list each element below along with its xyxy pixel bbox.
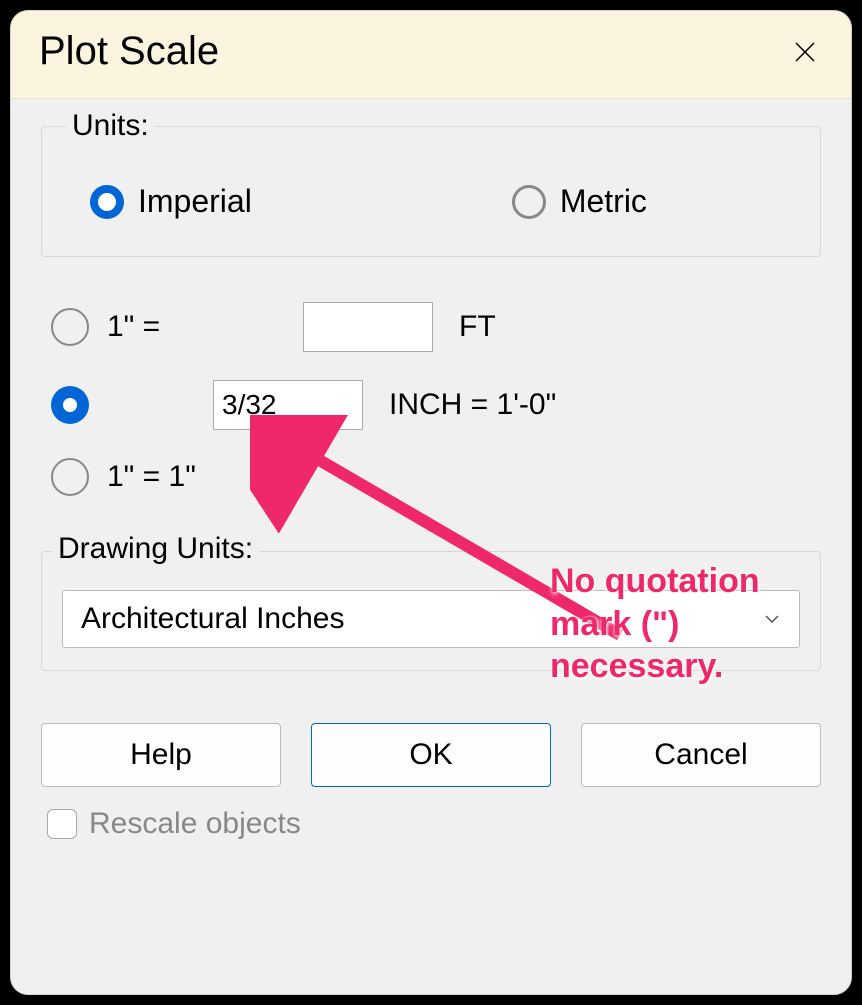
dialog-title: Plot Scale — [39, 29, 219, 74]
drawing-units-select[interactable]: Architectural Inches — [62, 590, 800, 648]
scale-options: 1" = FT INCH = 1'-0" 1" = 1" — [41, 302, 821, 496]
help-button[interactable]: Help — [41, 723, 281, 787]
scale-option-one-to-one: 1" = 1" — [51, 458, 821, 496]
scale-inch-input[interactable] — [213, 380, 363, 430]
close-icon — [794, 41, 816, 63]
scale-one-label: 1" = 1" — [107, 460, 196, 494]
units-fieldset: Units: Imperial Metric — [41, 109, 821, 257]
rescale-label: Rescale objects — [89, 807, 301, 841]
radio-scale-ft[interactable] — [51, 308, 89, 346]
units-metric-option[interactable]: Metric — [512, 183, 647, 220]
rescale-row: Rescale objects — [41, 807, 821, 841]
radio-scale-one[interactable] — [51, 458, 89, 496]
units-legend: Units: — [66, 109, 155, 143]
radio-icon — [90, 185, 124, 219]
units-imperial-option[interactable]: Imperial — [90, 183, 252, 220]
units-imperial-label: Imperial — [138, 183, 252, 220]
scale-option-ft: 1" = FT — [51, 302, 821, 352]
drawing-units-label: Drawing Units: — [52, 532, 259, 566]
scale-ft-input[interactable] — [303, 302, 433, 352]
scale-ft-prefix: 1" = — [107, 310, 187, 344]
units-radio-row: Imperial Metric — [72, 173, 790, 220]
chevron-down-icon — [763, 610, 781, 628]
ok-button[interactable]: OK — [311, 723, 551, 787]
drawing-units-value: Architectural Inches — [81, 602, 344, 636]
scale-option-inch: INCH = 1'-0" — [51, 380, 821, 430]
cancel-button[interactable]: Cancel — [581, 723, 821, 787]
radio-scale-inch[interactable] — [51, 386, 89, 424]
dialog-content: Units: Imperial Metric 1" = FT — [11, 99, 851, 994]
drawing-units-group: Drawing Units: Architectural Inches — [41, 551, 821, 671]
scale-inch-suffix: INCH = 1'-0" — [389, 388, 556, 422]
scale-ft-suffix: FT — [459, 310, 496, 344]
titlebar: Plot Scale — [11, 11, 851, 99]
rescale-checkbox[interactable] — [47, 809, 77, 839]
radio-icon — [512, 185, 546, 219]
units-metric-label: Metric — [560, 183, 647, 220]
close-button[interactable] — [787, 34, 823, 70]
button-row: Help OK Cancel — [41, 723, 821, 787]
plot-scale-dialog: Plot Scale Units: Imperial Metric — [10, 10, 852, 995]
